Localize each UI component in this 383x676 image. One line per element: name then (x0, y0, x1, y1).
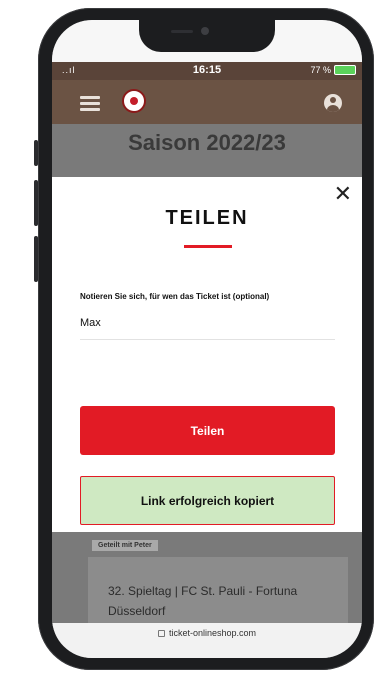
recipient-input[interactable]: Max (80, 317, 101, 329)
status-bar: ..ıl 16:15 77 % (52, 62, 362, 80)
user-account-icon[interactable] (324, 94, 342, 112)
battery-icon (334, 65, 356, 75)
top-navigation (52, 80, 362, 124)
season-title: Saison 2022/23 (128, 130, 286, 155)
browser-url-bar[interactable]: ticket-onlineshop.com (52, 623, 362, 643)
battery-percent: 77 % (310, 65, 331, 75)
input-underline (80, 339, 335, 340)
phone-notch (139, 20, 275, 52)
close-icon[interactable]: ✕ (334, 183, 352, 205)
browser-bottom-bar (52, 643, 362, 658)
phone-screen: ..ıl 16:15 77 % Saison 2022/23 ✕ TEILEN … (52, 20, 362, 658)
battery-indicator: 77 % (310, 65, 356, 75)
recipient-label: Notieren Sie sich, für wen das Ticket is… (80, 292, 270, 301)
phone-volume-down (34, 236, 38, 282)
share-button[interactable]: Teilen (80, 406, 335, 455)
club-crest-logo[interactable] (122, 89, 146, 113)
modal-title: TEILEN (165, 207, 249, 229)
phone-mute-switch (34, 140, 38, 166)
phone-volume-up (34, 180, 38, 226)
shared-with-badge: Geteilt mit Peter (92, 540, 158, 551)
share-modal: ✕ TEILEN Notieren Sie sich, für wen das … (52, 177, 362, 532)
lock-icon (157, 630, 165, 638)
hamburger-icon[interactable] (80, 96, 100, 111)
url-text: ticket-onlineshop.com (168, 628, 257, 638)
match-title: 32. Spieltag | FC St. Pauli - Fortuna Dü… (108, 584, 298, 618)
title-underline (184, 245, 232, 248)
link-copied-message: Link erfolgreich kopiert (80, 476, 335, 525)
